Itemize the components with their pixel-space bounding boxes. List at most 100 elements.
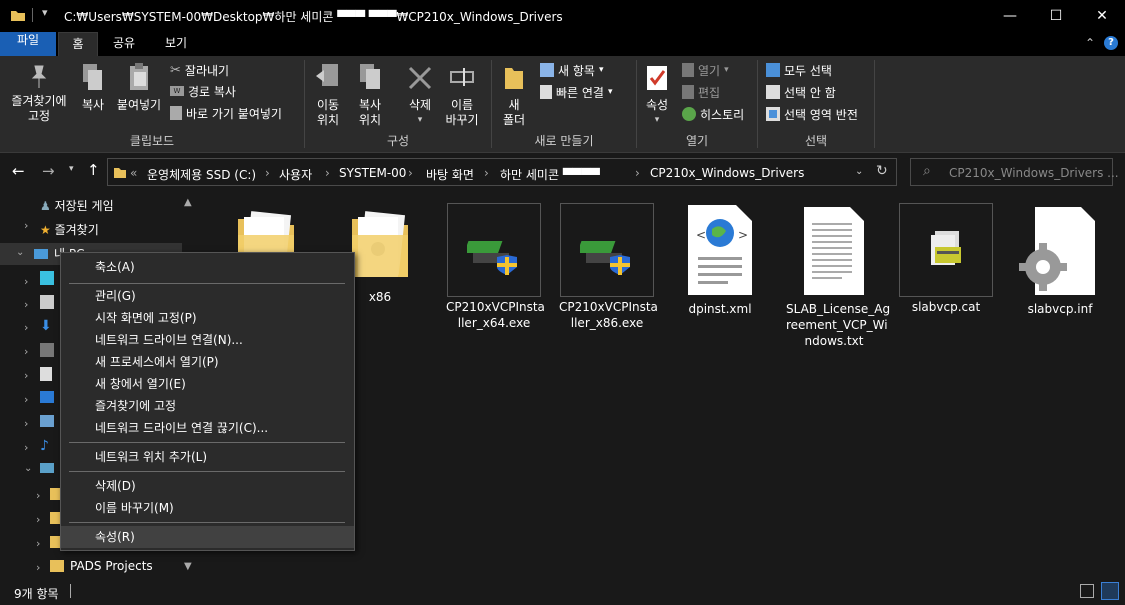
menu-item-delete[interactable]: 삭제(D): [61, 475, 354, 497]
breadcrumb-chevron-icon[interactable]: ›: [325, 166, 330, 180]
breadcrumb-chevron-icon[interactable]: ›: [635, 166, 640, 180]
expand-chevron-icon[interactable]: ›: [24, 345, 28, 358]
collapse-chevron-icon[interactable]: ⌄: [24, 463, 32, 474]
new-folder-label: 새 폴더: [502, 98, 526, 127]
forward-arrow-icon[interactable]: →: [42, 162, 55, 180]
expand-chevron-icon[interactable]: ›: [24, 417, 28, 430]
expand-chevron-icon[interactable]: ›: [36, 561, 40, 574]
scroll-down-icon[interactable]: ▼: [184, 561, 192, 572]
search-box[interactable]: ⌕ CP210x_Windows_Drivers ...: [910, 158, 1119, 186]
select-all-button[interactable]: 모두 선택: [766, 60, 832, 80]
maximize-button[interactable]: ☐: [1033, 0, 1079, 32]
address-dropdown-icon[interactable]: ⌄: [855, 166, 863, 177]
file-item-license-txt[interactable]: SLAB_License_Ag reement_VCP_Wi ndows.txt: [786, 205, 890, 349]
breadcrumb-system[interactable]: SYSTEM-00: [339, 166, 406, 180]
breadcrumb-chevron-icon[interactable]: ›: [484, 166, 489, 180]
menu-item-pin-quick-access[interactable]: 즐겨찾기에 고정: [61, 395, 354, 417]
status-divider: [70, 584, 71, 598]
expand-chevron-icon[interactable]: ›: [36, 489, 40, 502]
breadcrumb-chevron-icon[interactable]: ›: [265, 166, 270, 180]
back-arrow-icon[interactable]: ←: [12, 162, 25, 180]
breadcrumb-chevron-icon[interactable]: ›: [408, 166, 413, 180]
organize-group-label: 구성: [386, 134, 410, 148]
copy-to-button[interactable]: 복사 위치: [350, 62, 390, 128]
menu-item-add-network-location[interactable]: 네트워크 위치 추가(L): [61, 446, 354, 468]
quick-access-dropdown-icon[interactable]: ▾: [42, 6, 48, 19]
breadcrumb-drive[interactable]: 운영체제용 SSD (C:): [147, 166, 256, 183]
file-name: CP210xVCPInsta: [446, 300, 545, 314]
expand-chevron-icon[interactable]: ›: [24, 441, 28, 454]
collapse-ribbon-icon[interactable]: ⌃: [1085, 36, 1095, 50]
delete-button[interactable]: 삭제 ▾: [400, 62, 440, 128]
nav-item-saved-games[interactable]: ♟ 저장된 게임: [40, 195, 114, 217]
menu-item-collapse[interactable]: 축소(A): [61, 256, 354, 278]
file-item-installer-x64[interactable]: CP210xVCPInsta ller_x64.exe: [446, 203, 545, 331]
menu-separator: [69, 442, 345, 443]
delete-x-icon: [408, 66, 432, 90]
breadcrumb-current[interactable]: CP210x_Windows_Drivers: [650, 166, 804, 180]
menu-item-manage[interactable]: 관리(G): [61, 285, 354, 307]
new-item-button[interactable]: 새 항목 ▾: [540, 60, 603, 80]
history-button[interactable]: 히스토리: [682, 104, 744, 124]
expand-chevron-icon[interactable]: ›: [36, 513, 40, 526]
file-item-dpinst-xml[interactable]: < > dpinst.xml: [674, 203, 766, 317]
menu-item-pin-start[interactable]: 시작 화면에 고정(P): [61, 307, 354, 329]
paste-button[interactable]: 붙여넣기: [113, 62, 165, 113]
close-button[interactable]: ✕: [1079, 0, 1125, 32]
copy-button[interactable]: 복사: [76, 62, 110, 113]
address-bar[interactable]: « 운영체제용 SSD (C:) › 사용자 › SYSTEM-00 › 바탕 …: [107, 158, 897, 186]
collapse-chevron-icon[interactable]: ⌄: [16, 247, 24, 258]
up-arrow-icon[interactable]: ↑: [87, 161, 100, 179]
expand-chevron-icon[interactable]: ›: [24, 298, 28, 311]
breadcrumb-users[interactable]: 사용자: [279, 166, 312, 183]
scroll-up-icon[interactable]: ▲: [184, 197, 192, 208]
help-icon[interactable]: ?: [1104, 36, 1118, 50]
edit-button[interactable]: 편집: [682, 82, 720, 102]
expand-chevron-icon[interactable]: ›: [24, 321, 28, 334]
menu-item-disconnect-drive[interactable]: 네트워크 드라이브 연결 끊기(C)...: [61, 417, 354, 439]
expand-chevron-icon[interactable]: ›: [24, 393, 28, 406]
menu-item-open-new-process[interactable]: 새 프로세스에서 열기(P): [61, 351, 354, 373]
open-button[interactable]: 열기 ▾: [682, 60, 729, 80]
select-none-button[interactable]: 선택 안 함: [766, 82, 836, 102]
properties-dropdown-icon: ▾: [654, 115, 660, 125]
copy-path-button[interactable]: W 경로 복사: [170, 81, 236, 101]
nav-item-pads-projects[interactable]: PADS Projects: [70, 555, 153, 577]
tab-view[interactable]: 보기: [156, 32, 196, 56]
new-folder-button[interactable]: 새 폴더: [496, 62, 532, 128]
minimize-button[interactable]: —: [987, 0, 1033, 32]
select-none-icon: [766, 85, 780, 99]
details-view-icon[interactable]: [1080, 584, 1094, 598]
properties-button[interactable]: 속성 ▾: [640, 62, 674, 128]
nav-item-favorites[interactable]: ★ 즐겨찾기: [40, 219, 99, 241]
pin-quick-access-button[interactable]: 즐겨찾기에 고정: [4, 62, 74, 124]
file-item-slabvcp-cat[interactable]: slabvcp.cat: [898, 203, 994, 315]
large-icons-view-icon[interactable]: [1101, 582, 1119, 600]
expand-chevron-icon[interactable]: ›: [24, 369, 28, 382]
breadcrumb-overflow[interactable]: «: [130, 166, 137, 180]
copy-to-label: 복사 위치: [358, 98, 382, 127]
recent-locations-dropdown-icon[interactable]: ▾: [69, 164, 74, 174]
expand-chevron-icon[interactable]: ›: [24, 219, 28, 232]
menu-item-open-new-window[interactable]: 새 창에서 열기(E): [61, 373, 354, 395]
expand-chevron-icon[interactable]: ›: [24, 275, 28, 288]
expand-chevron-icon[interactable]: ›: [36, 537, 40, 550]
move-to-button[interactable]: 이동 위치: [308, 62, 348, 128]
tab-share[interactable]: 공유: [104, 32, 144, 56]
rename-button[interactable]: 이름 바꾸기: [440, 62, 484, 128]
menu-item-rename[interactable]: 이름 바꾸기(M): [61, 497, 354, 519]
paste-shortcut-button[interactable]: 바로 가기 붙여넣기: [170, 103, 282, 123]
menu-item-map-drive[interactable]: 네트워크 드라이브 연결(N)...: [61, 329, 354, 351]
tab-file[interactable]: 파일: [0, 32, 56, 56]
nav-label: 저장된 게임: [54, 199, 114, 213]
refresh-icon[interactable]: ↻: [876, 163, 888, 179]
tab-home[interactable]: 홈: [58, 32, 98, 56]
breadcrumb-desktop[interactable]: 바탕 화면: [426, 166, 474, 183]
breadcrumb-haman[interactable]: 하만 세미콘 ▀▀▀▀: [500, 166, 600, 183]
file-item-slabvcp-inf[interactable]: slabvcp.inf: [1012, 205, 1108, 317]
easy-access-button[interactable]: 빠른 연결 ▾: [540, 82, 613, 102]
menu-item-properties[interactable]: 속성(R): [61, 526, 354, 548]
file-item-installer-x86[interactable]: CP210xVCPInsta ller_x86.exe: [559, 203, 658, 331]
invert-selection-button[interactable]: 선택 영역 반전: [766, 104, 858, 124]
cut-button[interactable]: ✂ 잘라내기: [170, 60, 229, 80]
